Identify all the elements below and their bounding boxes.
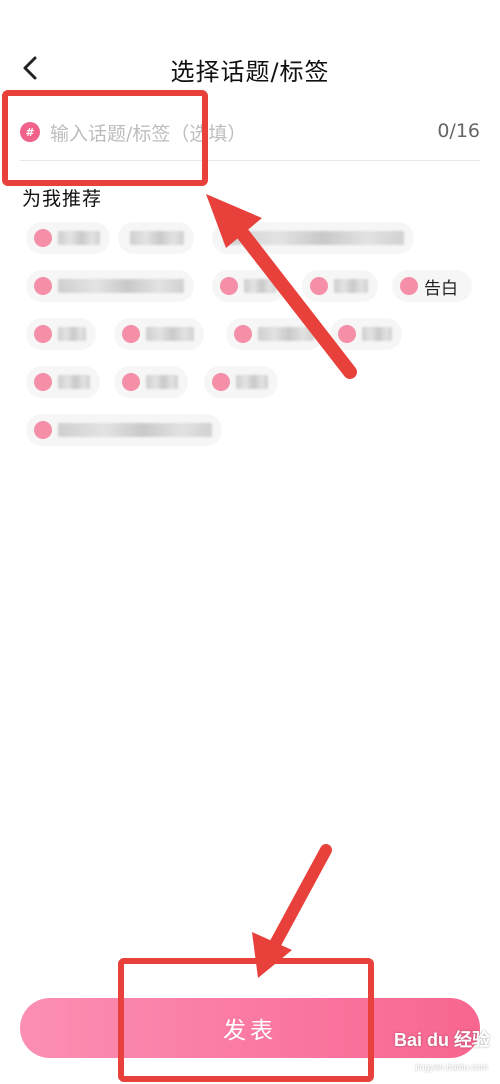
- hashtag-icon: #: [20, 122, 40, 142]
- topic-chip[interactable]: [118, 222, 194, 254]
- topic-dot-icon: [338, 325, 356, 343]
- blurred-label: [58, 231, 100, 245]
- recommend-title: 为我推荐: [22, 188, 103, 210]
- select-topic-page: 选择话题/标签 # 0/16 为我推荐 告白: [0, 0, 500, 1084]
- topic-dot-icon: [122, 373, 140, 391]
- blurred-label: [224, 231, 404, 245]
- blurred-label: [146, 327, 194, 341]
- publish-button-label: 发表: [223, 1018, 277, 1044]
- topic-chip[interactable]: [212, 270, 286, 302]
- blurred-label: [58, 375, 90, 389]
- topic-chip[interactable]: 告白: [392, 270, 472, 302]
- arrow-down-icon: [252, 844, 332, 978]
- annotation-arrows: [206, 194, 357, 978]
- topic-dot-icon: [34, 229, 52, 247]
- topic-chip[interactable]: [114, 366, 188, 398]
- blurred-label: [58, 279, 184, 293]
- topic-dot-icon: [34, 325, 52, 343]
- blurred-label: [236, 375, 268, 389]
- blurred-label: [58, 423, 212, 437]
- topic-dot-icon: [122, 325, 140, 343]
- topic-chip[interactable]: [26, 318, 96, 350]
- topic-dot-icon: [34, 277, 52, 295]
- topic-chip[interactable]: [226, 318, 324, 350]
- topic-chip[interactable]: [302, 270, 378, 302]
- topic-chip[interactable]: [204, 366, 278, 398]
- blurred-label: [362, 327, 392, 341]
- topic-chip[interactable]: [26, 270, 194, 302]
- topic-input[interactable]: [48, 118, 412, 150]
- page-title: 选择话题/标签: [170, 58, 330, 86]
- heart-icon: [400, 277, 418, 295]
- topic-chip[interactable]: [26, 366, 100, 398]
- topic-dot-icon: [34, 421, 52, 439]
- topic-input-row: # 0/16: [20, 112, 480, 161]
- blurred-label: [244, 279, 276, 293]
- topic-chip[interactable]: [26, 222, 110, 254]
- header: 选择话题/标签: [0, 40, 500, 96]
- blurred-label: [146, 375, 178, 389]
- topic-chip[interactable]: [212, 222, 414, 254]
- baidu-watermark-url: jingyan.baidu.com: [415, 1062, 488, 1072]
- topic-chip[interactable]: [330, 318, 402, 350]
- blurred-label: [258, 327, 314, 341]
- blurred-label: [58, 327, 86, 341]
- topic-dot-icon: [220, 277, 238, 295]
- baidu-watermark: Bai du 经验: [393, 1030, 490, 1050]
- topic-dot-icon: [34, 373, 52, 391]
- topic-dot-icon: [310, 277, 328, 295]
- topic-chip[interactable]: [114, 318, 204, 350]
- char-counter: 0/16: [437, 120, 480, 142]
- topic-dot-icon: [234, 325, 252, 343]
- blurred-label: [130, 231, 184, 245]
- blurred-label: [334, 279, 368, 293]
- topic-dot-icon: [212, 373, 230, 391]
- topic-chip[interactable]: [26, 414, 222, 446]
- topic-chip-label: 告白: [424, 278, 458, 299]
